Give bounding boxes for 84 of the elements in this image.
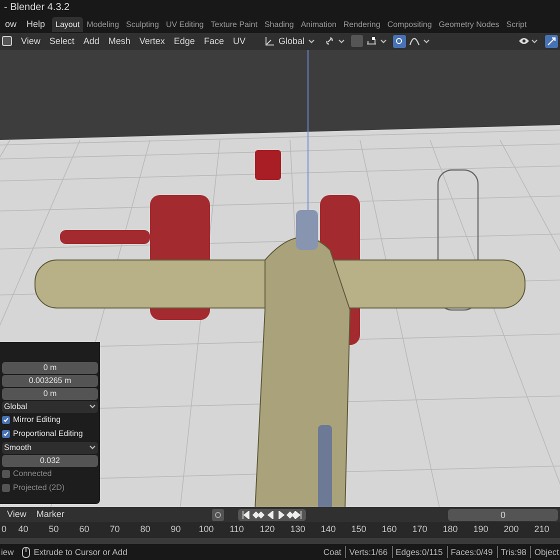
- frame-number: 70: [108, 523, 121, 536]
- checkbox[interactable]: [2, 416, 10, 424]
- gizmo-toggle[interactable]: [545, 34, 558, 48]
- checkbox[interactable]: [2, 470, 10, 478]
- scene-statistic: Coat: [322, 546, 342, 558]
- menu-item[interactable]: Help: [22, 18, 50, 32]
- checkbox[interactable]: [2, 484, 10, 492]
- menu-item[interactable]: UV: [228, 34, 250, 48]
- workspace-tab[interactable]: Compositing: [384, 16, 436, 32]
- snap-target-icon[interactable]: [366, 36, 376, 46]
- frame-number: 90: [170, 523, 182, 536]
- mouse-icon: [22, 546, 30, 558]
- menu-item[interactable]: Mesh: [104, 34, 134, 48]
- auto-keying-toggle[interactable]: [212, 508, 224, 521]
- scene-statistic: Faces:0/49: [446, 546, 493, 558]
- frame-number: 100: [198, 523, 215, 536]
- window-title: - Blender 4.3.2: [4, 1, 70, 16]
- eye-icon[interactable]: [518, 36, 530, 46]
- checkbox-label: Projected (2D): [13, 482, 65, 494]
- menu-item[interactable]: Edge: [170, 34, 199, 48]
- frame-number: 190: [472, 523, 490, 536]
- frame-number: 140: [320, 523, 337, 536]
- frame-number: 200: [502, 523, 520, 536]
- mode-icon[interactable]: [2, 36, 12, 46]
- workspace-tab[interactable]: Shading: [260, 16, 298, 32]
- frame-number: 50: [48, 523, 60, 536]
- caret-icon: [89, 445, 96, 450]
- caret-icon: [422, 38, 430, 44]
- playback-controls[interactable]: [238, 508, 306, 521]
- dropdown[interactable]: Global: [2, 400, 98, 413]
- caret-icon: [89, 404, 96, 410]
- slider-field[interactable]: 0.032: [2, 454, 98, 467]
- orientation-icon: [264, 36, 276, 46]
- workspace-tab[interactable]: Texture Paint: [207, 16, 261, 32]
- number-field[interactable]: 0 m: [2, 388, 98, 400]
- frame-number: 160: [380, 523, 398, 536]
- frame-number: 150: [350, 523, 368, 536]
- frame-number: 170: [411, 523, 428, 536]
- menu-item[interactable]: Vertex: [135, 34, 169, 48]
- workspace-tab[interactable]: UV Editing: [162, 16, 208, 32]
- frame-number: 0: [0, 523, 8, 536]
- proportional-editing-toggle[interactable]: [392, 34, 406, 48]
- menu-item[interactable]: Select: [45, 34, 78, 48]
- frame-number: 60: [78, 523, 90, 536]
- checkbox-label: Mirror Editing: [13, 414, 61, 426]
- workspace-tab[interactable]: Sculpting: [122, 16, 162, 32]
- caret-icon: [308, 38, 314, 44]
- menu-item[interactable]: Marker: [31, 508, 70, 522]
- orientation-dropdown[interactable]: Global: [278, 34, 304, 48]
- status-text: iew: [1, 546, 14, 558]
- frame-number: 120: [258, 523, 276, 536]
- menu-item[interactable]: View: [2, 508, 32, 522]
- dropdown[interactable]: Smooth: [2, 442, 98, 454]
- frame-number: 110: [228, 523, 245, 536]
- caret-icon: [531, 38, 538, 44]
- menu-item[interactable]: View: [17, 34, 44, 48]
- scene-statistic: Edges:0/115: [392, 546, 443, 558]
- scene-statistic: Tris:98: [496, 546, 526, 558]
- menu-item[interactable]: ow: [0, 18, 22, 32]
- frame-number: 80: [139, 523, 152, 536]
- frame-number: 180: [442, 523, 459, 536]
- checkbox[interactable]: [2, 430, 10, 438]
- falloff-curve-icon[interactable]: [408, 36, 420, 46]
- number-field[interactable]: 0.003265 m: [2, 374, 98, 387]
- workspace-tab[interactable]: Modeling: [83, 16, 123, 32]
- frame-field[interactable]: 0: [448, 508, 558, 521]
- checkbox-label: Connected: [13, 468, 52, 480]
- workspace-tab[interactable]: Animation: [297, 16, 340, 32]
- menu-item[interactable]: Face: [200, 34, 228, 48]
- frame-number: 210: [533, 523, 550, 536]
- caret-icon: [338, 38, 344, 44]
- frame-number: 40: [17, 523, 30, 536]
- workspace-tab[interactable]: Geometry Nodes: [435, 16, 503, 32]
- frame-number: 130: [289, 523, 306, 536]
- workspace-tab[interactable]: Rendering: [340, 16, 384, 32]
- checkbox-label: Proportional Editing: [13, 428, 83, 440]
- status-hint: Extrude to Cursor or Add: [34, 546, 128, 558]
- workspace-tab[interactable]: Script: [502, 16, 530, 32]
- scene-statistic: Verts:1/66: [345, 546, 388, 558]
- menu-item[interactable]: Add: [79, 34, 104, 48]
- caret-icon: [380, 38, 386, 44]
- number-field[interactable]: 0 m: [2, 362, 98, 374]
- scene-statistic: Object: [530, 546, 559, 558]
- workspace-tab[interactable]: Layout: [52, 16, 84, 32]
